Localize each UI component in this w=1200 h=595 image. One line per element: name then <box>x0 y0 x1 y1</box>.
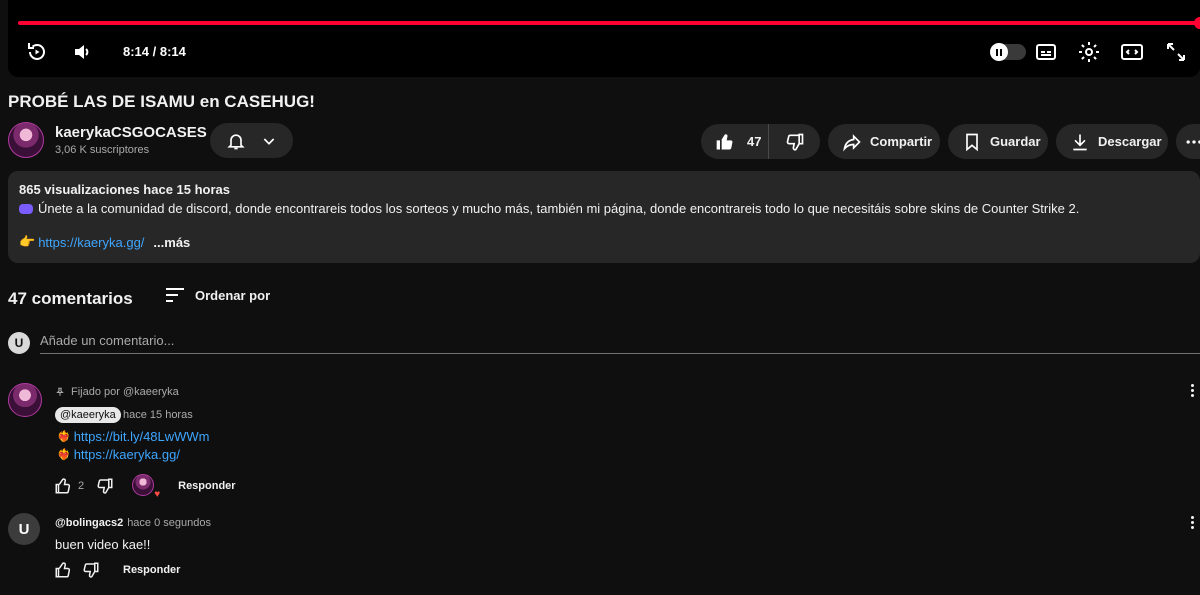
comment-actions: Responder <box>54 561 180 579</box>
user-avatar: U <box>8 332 30 354</box>
description-box[interactable]: 865 visualizaciones hace 15 horas Únete … <box>8 171 1200 263</box>
save-label: Guardar <box>990 134 1041 149</box>
volume-icon[interactable] <box>71 40 95 64</box>
pause-icon <box>990 43 1008 61</box>
thumbs-down-icon[interactable] <box>82 561 100 579</box>
sort-icon <box>164 286 186 304</box>
comment-timestamp[interactable]: hace 15 horas <box>123 409 193 421</box>
sort-label: Ordenar por <box>195 287 271 303</box>
show-more-button[interactable]: ...más <box>153 235 190 250</box>
pinned-text: Fijado por @kaeeryka <box>71 386 179 398</box>
thumbs-up-icon[interactable] <box>54 561 72 579</box>
creator-avatar <box>132 474 155 496</box>
like-dislike-group: 47 <box>701 124 820 159</box>
channel-name[interactable]: kaerykaCSGOCASES <box>55 124 207 141</box>
subscriber-count: 3,06 K suscriptores <box>55 144 150 156</box>
share-arrow-icon <box>842 132 862 152</box>
reply-button[interactable]: Responder <box>123 564 180 576</box>
bell-icon <box>226 131 246 151</box>
comment-timestamp[interactable]: hace 0 segundos <box>127 517 211 529</box>
subtitles-icon[interactable] <box>1034 40 1058 64</box>
chevron-down-icon <box>261 133 277 149</box>
reply-button[interactable]: Responder <box>178 480 235 492</box>
comment-menu-icon[interactable] <box>1189 384 1195 397</box>
download-label: Descargar <box>1098 134 1162 149</box>
pinned-label: Fijado por @kaeeryka <box>55 386 179 398</box>
video-title: PROBÉ LAS DE ISAMU en CASEHUG! <box>8 92 315 111</box>
replay-icon[interactable] <box>25 40 49 64</box>
heart-emoji-icon: ❤️‍🔥 <box>57 449 71 461</box>
heart-icon: ♥ <box>154 489 161 500</box>
save-button[interactable]: Guardar <box>948 124 1048 159</box>
comment-author-avatar[interactable]: U <box>8 513 40 545</box>
download-icon <box>1070 132 1090 152</box>
video-player[interactable]: 8:14 / 8:14 <box>8 0 1200 77</box>
thumbs-down-icon[interactable] <box>96 477 114 495</box>
view-stats: 865 visualizaciones hace 15 horas <box>19 182 231 197</box>
comment-header: @bolingacs2 hace 0 segundos <box>55 517 211 529</box>
more-actions-button[interactable] <box>1176 124 1200 159</box>
progress-scrubber[interactable] <box>1194 17 1200 29</box>
pointing-hand-emoji-icon: 👉 <box>19 234 36 249</box>
sort-button[interactable]: Ordenar por <box>164 286 270 304</box>
time-display: 8:14 / 8:14 <box>123 44 186 59</box>
pin-icon <box>55 387 65 397</box>
dislike-button[interactable] <box>769 132 820 152</box>
comment-input-underline <box>40 353 1200 354</box>
thumbs-up-icon[interactable] <box>54 477 72 495</box>
comment-actions: 2 ♥ Responder <box>54 474 236 500</box>
settings-gear-icon[interactable] <box>1077 40 1101 64</box>
miniplayer-icon[interactable] <box>1120 40 1144 64</box>
creator-heart-badge: ♥ <box>132 474 160 500</box>
channel-avatar[interactable] <box>8 122 44 158</box>
gamepad-emoji-icon <box>19 203 33 214</box>
comment-link[interactable]: https://kaeryka.gg/ <box>74 447 180 462</box>
more-horizontal-icon <box>1184 132 1200 152</box>
share-button[interactable]: Compartir <box>828 124 940 159</box>
description-link[interactable]: https://kaeryka.gg/ <box>38 235 144 250</box>
download-button[interactable]: Descargar <box>1056 124 1168 159</box>
comment-like-count: 2 <box>78 480 85 492</box>
fullscreen-icon[interactable] <box>1164 40 1188 64</box>
heart-emoji-icon: ❤️‍🔥 <box>57 431 71 443</box>
like-button[interactable]: 47 <box>701 124 769 159</box>
description-text: Únete a la comunidad de discord, donde e… <box>38 201 1080 216</box>
notification-button[interactable] <box>210 123 293 158</box>
like-count: 47 <box>747 134 762 149</box>
autoplay-toggle[interactable] <box>990 43 1026 61</box>
comment-link-row: ❤️‍🔥 https://kaeryka.gg/ <box>57 447 180 462</box>
progress-bar[interactable] <box>18 17 1200 29</box>
comment-author[interactable]: @bolingacs2 <box>55 517 123 529</box>
comment-menu-icon[interactable] <box>1189 516 1195 529</box>
share-label: Compartir <box>870 134 933 149</box>
thumbs-down-icon <box>785 132 805 152</box>
bookmark-icon <box>962 132 982 152</box>
comment-text: buen video kae!! <box>55 537 151 552</box>
comment-author-avatar[interactable] <box>8 383 42 417</box>
comment-author-chip[interactable]: @kaeeryka <box>55 407 121 423</box>
comment-count: 47 comentarios <box>8 289 133 308</box>
add-comment-input[interactable]: Añade un comentario... <box>40 333 174 348</box>
comment-link-row: ❤️‍🔥 https://bit.ly/48LwWWm <box>57 429 210 444</box>
comment-link[interactable]: https://bit.ly/48LwWWm <box>74 429 210 444</box>
thumbs-up-icon <box>715 132 735 152</box>
